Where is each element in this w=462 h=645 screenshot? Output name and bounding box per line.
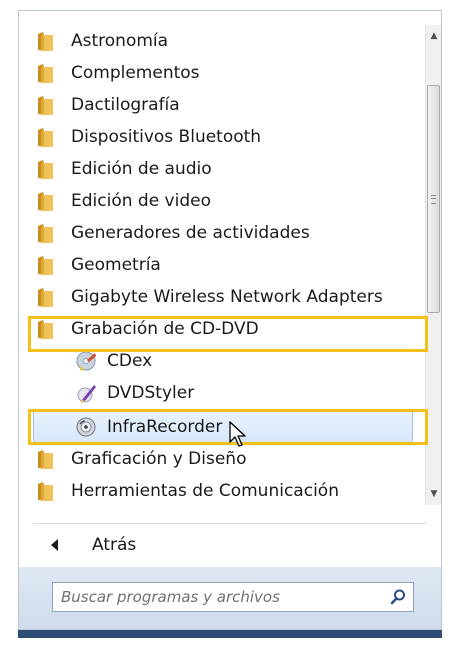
programs-list: Astronomía Complementos Dactilografía Di… (31, 25, 423, 521)
folder-icon (38, 64, 53, 83)
folder-icon (38, 192, 53, 211)
item-label: InfraRecorder (107, 417, 223, 437)
folder-icon (38, 32, 53, 51)
program-item-cdex[interactable]: CDex (31, 345, 423, 377)
item-label: Astronomía (71, 31, 169, 51)
back-label: Atrás (92, 535, 137, 555)
divider (33, 523, 427, 524)
item-label: Gigabyte Wireless Network Adapters (71, 287, 383, 307)
back-button[interactable]: Atrás (49, 529, 249, 561)
infrarecorder-icon (76, 417, 96, 437)
grip-icon (431, 194, 436, 204)
dvdstyler-icon (77, 385, 96, 403)
item-label: Geometría (71, 255, 161, 275)
folder-icon (38, 96, 53, 115)
cdex-icon (76, 351, 96, 371)
folder-item-edicion-video[interactable]: Edición de video (31, 185, 423, 217)
folder-item-herramientas[interactable]: Herramientas de Comunicación (31, 475, 423, 507)
item-label: Complementos (71, 63, 200, 83)
folder-icon (38, 160, 53, 179)
folder-item-gigabyte[interactable]: Gigabyte Wireless Network Adapters (31, 281, 423, 313)
folder-item-astronomia[interactable]: Astronomía (31, 25, 423, 57)
vertical-scrollbar[interactable]: ▲ ▼ (425, 25, 441, 505)
program-item-dvdstyler[interactable]: DVDStyler (31, 377, 423, 409)
folder-item-grabacion-cd-dvd[interactable]: Grabación de CD-DVD (31, 313, 423, 345)
folder-item-edicion-audio[interactable]: Edición de audio (31, 153, 423, 185)
window-bottom-edge (18, 630, 442, 638)
folder-open-icon (38, 320, 53, 339)
item-label: Graficación y Diseño (71, 449, 247, 469)
item-label: Dispositivos Bluetooth (71, 127, 262, 147)
search-icon (390, 589, 405, 605)
mouse-cursor-icon (229, 421, 246, 447)
item-label: DVDStyler (107, 383, 195, 403)
folder-item-complementos[interactable]: Complementos (31, 57, 423, 89)
item-label: Generadores de actividades (71, 223, 310, 243)
folder-icon (38, 128, 53, 147)
item-label: Edición de audio (71, 159, 212, 179)
folder-item-dispositivos-bluetooth[interactable]: Dispositivos Bluetooth (31, 121, 423, 153)
folder-icon (38, 224, 53, 243)
search-input[interactable] (53, 587, 383, 607)
folder-icon (38, 288, 53, 307)
folder-item-generadores[interactable]: Generadores de actividades (31, 217, 423, 249)
item-label: Dactilografía (71, 95, 180, 115)
item-label: Grabación de CD-DVD (71, 319, 259, 339)
folder-item-dactilografia[interactable]: Dactilografía (31, 89, 423, 121)
item-label: Herramientas de Comunicación (71, 481, 339, 501)
search-box[interactable] (52, 582, 414, 612)
folder-item-geometria[interactable]: Geometría (31, 249, 423, 281)
folder-icon (38, 482, 53, 501)
search-button[interactable] (383, 583, 413, 611)
item-label: CDex (107, 351, 153, 371)
scroll-thumb[interactable] (427, 85, 440, 313)
program-item-infrarecorder[interactable]: InfraRecorder (31, 411, 423, 443)
folder-icon (38, 256, 53, 275)
scroll-down-arrow-icon[interactable]: ▼ (426, 485, 442, 503)
folder-icon (38, 450, 53, 469)
back-arrow-icon (51, 539, 58, 551)
folder-item-graficacion[interactable]: Graficación y Diseño (31, 443, 423, 475)
item-label: Edición de video (71, 191, 211, 211)
scroll-up-arrow-icon[interactable]: ▲ (426, 27, 442, 45)
start-menu-panel: Astronomía Complementos Dactilografía Di… (18, 10, 442, 630)
